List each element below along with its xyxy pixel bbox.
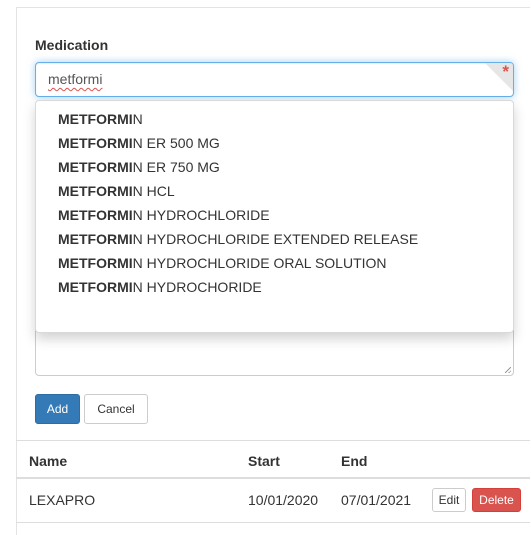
delete-button[interactable]: Delete — [472, 488, 521, 512]
column-header-start: Start — [248, 453, 280, 469]
required-asterisk-icon: * — [502, 62, 509, 81]
table-bottom-border — [16, 522, 530, 523]
suggestion-item[interactable]: METFORMIN HYDROCHLORIDE ORAL SOLUTION — [36, 253, 513, 277]
suggestion-item[interactable]: METFORMIN ER 750 MG — [36, 157, 513, 181]
medication-input[interactable]: metformi * — [35, 62, 514, 97]
suggestion-item[interactable]: METFORMIN — [36, 109, 513, 133]
table-header-divider — [16, 477, 530, 479]
add-button[interactable]: Add — [35, 394, 80, 424]
column-header-end: End — [341, 453, 368, 469]
suggestion-item[interactable]: METFORMIN HCL — [36, 181, 513, 205]
row-end-date: 07/01/2021 — [341, 492, 412, 508]
edit-button[interactable]: Edit — [432, 488, 466, 512]
row-start-date: 10/01/2020 — [248, 492, 319, 508]
table-top-border — [16, 440, 530, 441]
cancel-button[interactable]: Cancel — [84, 394, 148, 424]
suggestion-item[interactable]: METFORMIN HYDROCHLORIDE EXTENDED RELEASE — [36, 229, 513, 253]
suggestion-item[interactable]: METFORMIN ER 500 MG — [36, 133, 513, 157]
suggestion-item[interactable]: METFORMIN HYDROCHLORIDE — [36, 205, 513, 229]
autocomplete-dropdown: METFORMIN METFORMIN ER 500 MG METFORMIN … — [35, 100, 514, 333]
suggestion-item[interactable]: METFORMIN HYDROCHORIDE — [36, 277, 513, 301]
medication-input-value: metformi — [48, 71, 103, 87]
column-header-name: Name — [29, 453, 68, 469]
resize-handle-icon[interactable] — [505, 367, 511, 373]
row-name: LEXAPRO — [29, 492, 96, 508]
medication-label: Medication — [35, 37, 109, 53]
